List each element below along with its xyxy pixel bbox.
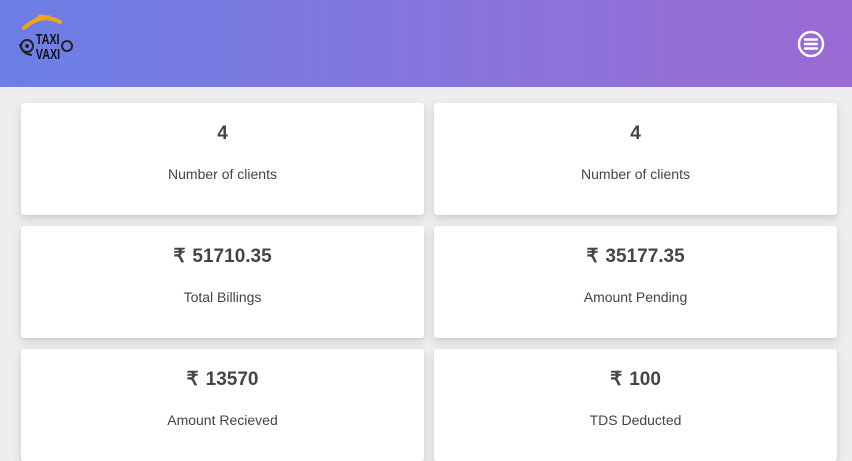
rupee-icon: ₹ [610,369,623,390]
stat-card-clients-2: 4 Number of clients [434,103,837,215]
stat-label: Amount Pending [583,289,688,305]
stat-value: ₹35177.35 [586,246,685,267]
rupee-icon: ₹ [586,246,599,267]
stat-label: Amount Recieved [167,412,278,428]
stat-label: Number of clients [581,166,690,182]
rupee-icon: ₹ [186,369,199,390]
stat-value: ₹100 [610,369,661,390]
stat-card-amount-pending: ₹35177.35 Amount Pending [434,226,837,338]
stat-value: 4 [630,123,641,144]
logo-text-bottom: VAXI [36,45,60,62]
stat-card-tds-deducted: ₹100 TDS Deducted [434,349,837,461]
stat-value: 4 [217,123,228,144]
stat-label: Number of clients [168,166,277,182]
menu-button[interactable] [796,29,826,59]
top-header: TAXI VAXI [0,0,852,87]
stat-card-clients: 4 Number of clients [21,103,424,215]
rupee-icon: ₹ [173,246,186,267]
stat-label: TDS Deducted [589,412,682,428]
taxi-vaxi-logo[interactable]: TAXI VAXI [16,14,78,74]
stat-card-total-billings: ₹51710.35 Total Billings [21,226,424,338]
stat-label: Total Billings [183,289,262,305]
stat-value: ₹51710.35 [173,246,272,267]
menu-circle-icon [797,30,825,58]
stat-value: ₹13570 [186,369,259,390]
stat-card-amount-received: ₹13570 Amount Recieved [21,349,424,461]
